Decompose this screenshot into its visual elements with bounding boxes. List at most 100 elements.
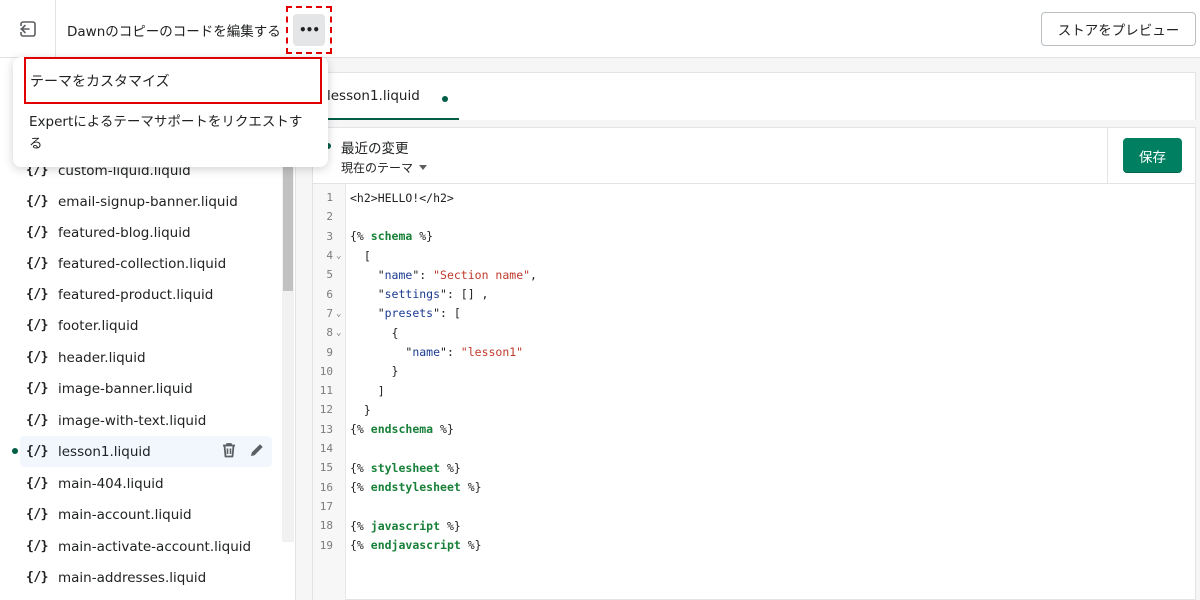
liquid-file-icon: {/} xyxy=(26,476,48,491)
file-name: image-banner.liquid xyxy=(57,380,193,397)
code-text: {% stylesheet %} xyxy=(350,460,461,475)
recent-changes-title: 最近の変更 xyxy=(341,141,409,157)
line-number: 7 xyxy=(326,306,333,320)
version-select[interactable]: 現在のテーマ xyxy=(341,159,428,176)
line-number: 15 xyxy=(319,461,333,475)
top-bar: Dawnのコピーのコードを編集する ••• ストアをプレビュー xyxy=(0,0,1200,58)
code-line[interactable]: 11 ] xyxy=(313,381,1193,400)
code-text: ] xyxy=(350,383,385,398)
sidebar-file-item[interactable]: {/} image-banner.liquid xyxy=(20,373,272,404)
trash-icon[interactable] xyxy=(220,441,238,459)
code-line[interactable]: 16 {% endstylesheet %} xyxy=(313,478,1193,497)
file-name: email-signup-banner.liquid xyxy=(57,193,238,210)
liquid-file-icon: {/} xyxy=(26,225,48,240)
liquid-file-icon: {/} xyxy=(26,413,48,428)
code-text: "name": "Section name", xyxy=(350,267,537,282)
fold-chevron-icon[interactable]: ⌄ xyxy=(336,251,341,261)
code-text: "settings": [] , xyxy=(350,287,489,302)
code-line[interactable]: 8 ⌄ { xyxy=(313,323,1193,342)
line-number: 18 xyxy=(319,519,333,533)
liquid-file-icon: {/} xyxy=(26,570,48,585)
liquid-file-icon: {/} xyxy=(26,256,48,271)
code-line[interactable]: 13 {% endschema %} xyxy=(313,420,1193,439)
sidebar-file-item[interactable]: {/} email-signup-banner.liquid xyxy=(20,186,272,217)
code-line[interactable]: 9 "name": "lesson1" xyxy=(313,342,1193,361)
menu-item-label: テーマをカスタマイズ xyxy=(30,73,170,90)
menu-item-customize-theme[interactable]: テーマをカスタマイズ xyxy=(24,57,322,104)
code-line[interactable]: 19 {% endjavascript %} xyxy=(313,535,1193,554)
line-number: 11 xyxy=(319,384,333,398)
file-row-actions xyxy=(220,441,266,459)
code-text: } xyxy=(350,364,399,379)
file-name: image-with-text.liquid xyxy=(57,412,207,429)
liquid-file-icon: {/} xyxy=(26,444,48,459)
line-number: 14 xyxy=(319,442,333,456)
code-line[interactable]: 1 <h2>HELLO!</h2> xyxy=(313,188,1193,207)
sidebar-file-item[interactable]: {/} featured-product.liquid xyxy=(20,279,272,310)
liquid-file-icon: {/} xyxy=(26,507,48,522)
file-name: header.liquid xyxy=(57,349,146,366)
tab-label: lesson1.liquid xyxy=(327,87,420,104)
sidebar-file-item[interactable]: {/} image-with-text.liquid xyxy=(20,405,272,436)
code-line[interactable]: 6 "settings": [] , xyxy=(313,285,1193,304)
divider xyxy=(1107,128,1108,183)
exit-icon xyxy=(19,21,36,37)
code-text: {% schema %} xyxy=(350,229,434,244)
liquid-file-icon: {/} xyxy=(26,287,48,302)
page-title: Dawnのコピーのコードを編集する xyxy=(67,24,281,40)
line-number: 10 xyxy=(319,364,333,378)
code-text: } xyxy=(350,402,371,417)
line-number: 9 xyxy=(326,345,333,359)
code-line[interactable]: 12 } xyxy=(313,400,1193,419)
sidebar-file-item[interactable]: {/} main-404.liquid xyxy=(20,468,272,499)
sidebar-file-item[interactable]: {/} main-addresses.liquid xyxy=(20,562,272,593)
menu-item-label: Expertによるテーマサポートをリクエストする xyxy=(29,114,303,152)
sidebar-file-item[interactable]: {/} featured-blog.liquid xyxy=(20,217,272,248)
line-number: 16 xyxy=(319,480,333,494)
exit-editor-button[interactable] xyxy=(0,0,56,58)
file-name: featured-collection.liquid xyxy=(57,255,227,272)
line-number: 4 xyxy=(326,249,333,263)
line-number: 8 xyxy=(326,326,333,340)
file-name: featured-blog.liquid xyxy=(57,224,191,241)
code-line[interactable]: 14 xyxy=(313,439,1193,458)
liquid-file-icon: {/} xyxy=(26,350,48,365)
code-editor[interactable]: 1 <h2>HELLO!</h2> 2 3 {% schema %} 4 ⌄ [5 "nam… xyxy=(312,184,1196,600)
code-line[interactable]: 3 {% schema %} xyxy=(313,227,1193,246)
more-actions-button[interactable]: ••• xyxy=(293,14,325,46)
unsaved-indicator xyxy=(442,96,448,102)
code-line[interactable]: 10 } xyxy=(313,362,1193,381)
line-number: 12 xyxy=(319,403,333,417)
liquid-file-icon: {/} xyxy=(26,381,48,396)
code-line[interactable]: 7 ⌄ "presets": [ xyxy=(313,304,1193,323)
code-line[interactable]: 5 "name": "Section name", xyxy=(313,265,1193,284)
file-name: main-addresses.liquid xyxy=(57,569,207,586)
code-line[interactable]: 2 xyxy=(313,207,1193,226)
tab-lesson1[interactable]: lesson1.liquid xyxy=(327,73,459,120)
store-preview-button[interactable]: ストアをプレビュー xyxy=(1041,12,1196,46)
code-line[interactable]: 17 xyxy=(313,497,1193,516)
save-button[interactable]: 保存 xyxy=(1123,138,1182,173)
fold-chevron-icon[interactable]: ⌄ xyxy=(336,328,341,338)
line-number: 19 xyxy=(319,538,333,552)
code-text: { xyxy=(350,325,399,340)
code-text: {% javascript %} xyxy=(350,518,461,533)
file-name: main-account.liquid xyxy=(57,506,192,523)
menu-item-request-expert-support[interactable]: Expertによるテーマサポートをリクエストする xyxy=(29,111,314,155)
sidebar-file-item[interactable]: {/} main-account.liquid xyxy=(20,499,272,530)
sidebar-file-item[interactable]: {/} header.liquid xyxy=(20,342,272,373)
sidebar-file-item[interactable]: {/} featured-collection.liquid xyxy=(20,248,272,279)
code-text: "presets": [ xyxy=(350,306,461,321)
fold-chevron-icon[interactable]: ⌄ xyxy=(336,309,341,319)
line-number: 3 xyxy=(326,229,333,243)
code-line[interactable]: 4 ⌄ [ xyxy=(313,246,1193,265)
liquid-file-icon: {/} xyxy=(26,318,48,333)
line-number: 17 xyxy=(319,499,333,513)
sidebar-file-item[interactable]: {/} footer.liquid xyxy=(20,310,272,341)
code-line[interactable]: 18 {% javascript %} xyxy=(313,516,1193,535)
code-line[interactable]: 15 {% stylesheet %} xyxy=(313,458,1193,477)
sidebar-file-item[interactable]: {/} main-activate-account.liquid xyxy=(20,531,272,562)
pencil-icon[interactable] xyxy=(248,441,266,459)
code-text: {% endjavascript %} xyxy=(350,538,482,553)
sidebar-file-item[interactable]: {/} lesson1.liquid xyxy=(20,436,272,467)
